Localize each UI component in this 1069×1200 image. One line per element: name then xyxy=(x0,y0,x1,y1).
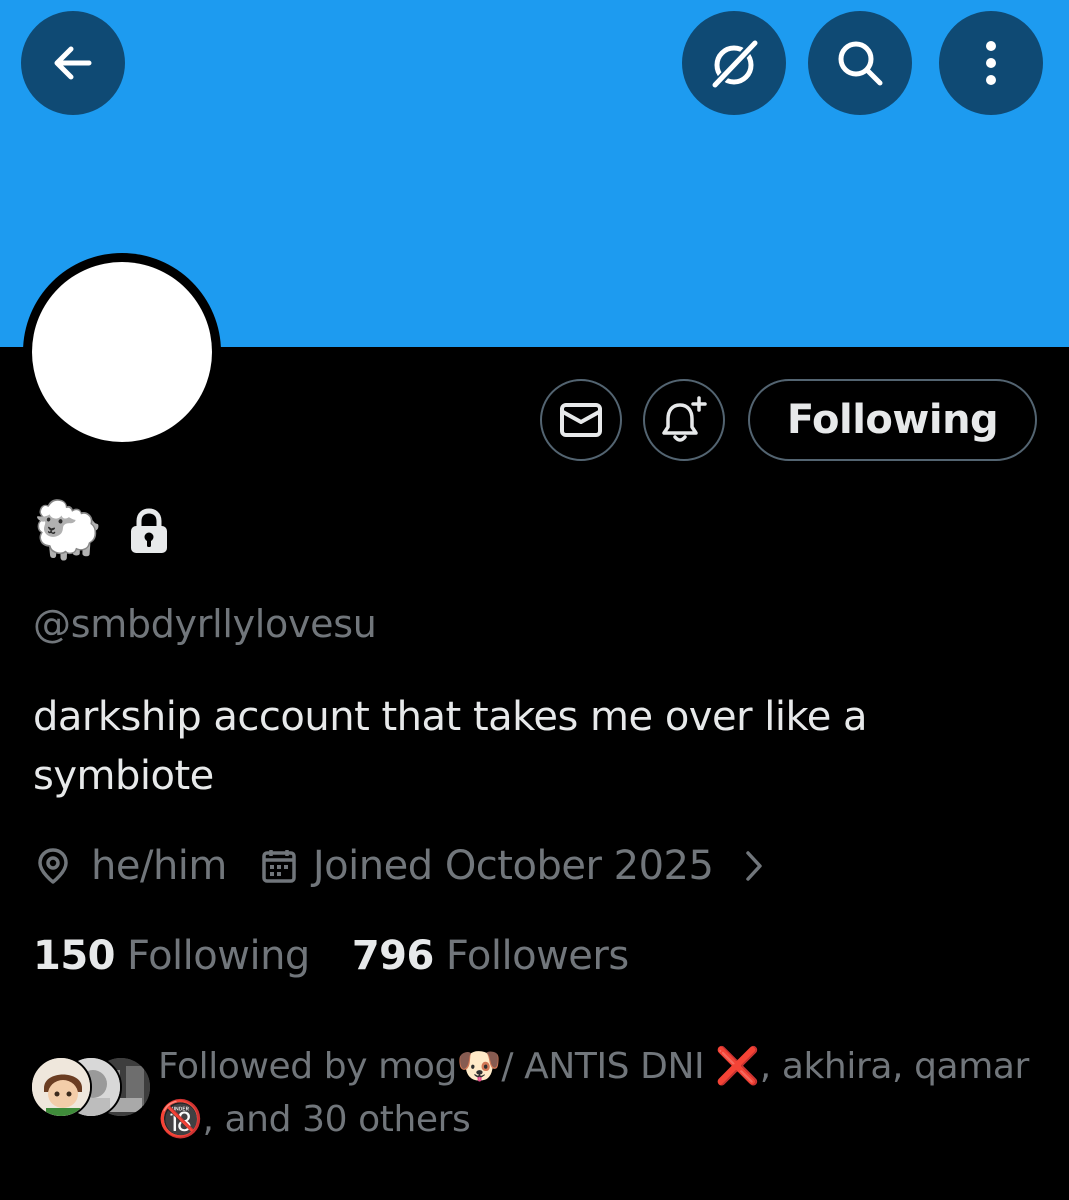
followed-by-text[interactable]: Followed by mog🐶/ ANTIS DNI ❌, akhira, q… xyxy=(158,1040,1040,1146)
arrow-left-icon xyxy=(54,46,92,80)
avatar[interactable] xyxy=(23,253,221,451)
mini-avatar xyxy=(30,1056,92,1118)
grok-icon xyxy=(710,37,760,91)
followed-by-avatars xyxy=(30,1056,152,1122)
back-button[interactable] xyxy=(21,11,125,115)
followed-by-name[interactable]: akhira xyxy=(782,1046,893,1087)
location-icon xyxy=(33,846,73,886)
bell-plus-icon xyxy=(662,396,707,442)
followed-by-name[interactable]: mog🐶/ ANTIS DNI ❌ xyxy=(378,1046,760,1087)
envelope-icon xyxy=(560,403,602,437)
following-button[interactable]: Following xyxy=(748,379,1037,461)
search-icon xyxy=(838,41,883,86)
followed-by-prefix: Followed by xyxy=(158,1046,379,1087)
more-button[interactable] xyxy=(939,11,1043,115)
chevron-right-icon[interactable] xyxy=(743,849,765,883)
calendar-icon xyxy=(261,847,297,885)
followed-by-separator: , xyxy=(892,1046,915,1087)
following-stat[interactable]: 150 Following xyxy=(33,933,310,979)
lock-icon xyxy=(130,508,167,553)
followers-stat[interactable]: 796 Followers xyxy=(352,933,629,979)
profile-name-row: 🐑 xyxy=(33,496,169,566)
profile-stats-row: 150 Following 796 Followers xyxy=(33,926,629,986)
followed-by-suffix: , and 30 others xyxy=(202,1099,471,1140)
followers-label: Followers xyxy=(445,933,629,979)
profile-bio: darkship account that takes me over like… xyxy=(33,694,868,799)
avatar-image xyxy=(32,262,212,442)
notifications-button[interactable] xyxy=(643,379,725,461)
grok-button[interactable] xyxy=(682,11,786,115)
more-vertical-icon xyxy=(986,41,996,85)
followers-count: 796 xyxy=(351,933,435,979)
followed-by-row[interactable]: Followed by mog🐶/ ANTIS DNI ❌, akhira, q… xyxy=(30,1040,1040,1146)
profile-location: he/him xyxy=(91,843,227,889)
profile-joined-date[interactable]: Joined October 2025 xyxy=(313,843,714,889)
profile-meta-row: he/him Joined October 2025 xyxy=(33,836,765,896)
profile-handle: @smbdyrllylovesu xyxy=(33,602,377,646)
following-count: 150 xyxy=(33,933,116,979)
display-name: 🐑 xyxy=(33,498,103,563)
followed-by-separator: , xyxy=(759,1046,782,1087)
message-button[interactable] xyxy=(540,379,622,461)
following-label: Following xyxy=(127,933,310,979)
search-button[interactable] xyxy=(808,11,912,115)
